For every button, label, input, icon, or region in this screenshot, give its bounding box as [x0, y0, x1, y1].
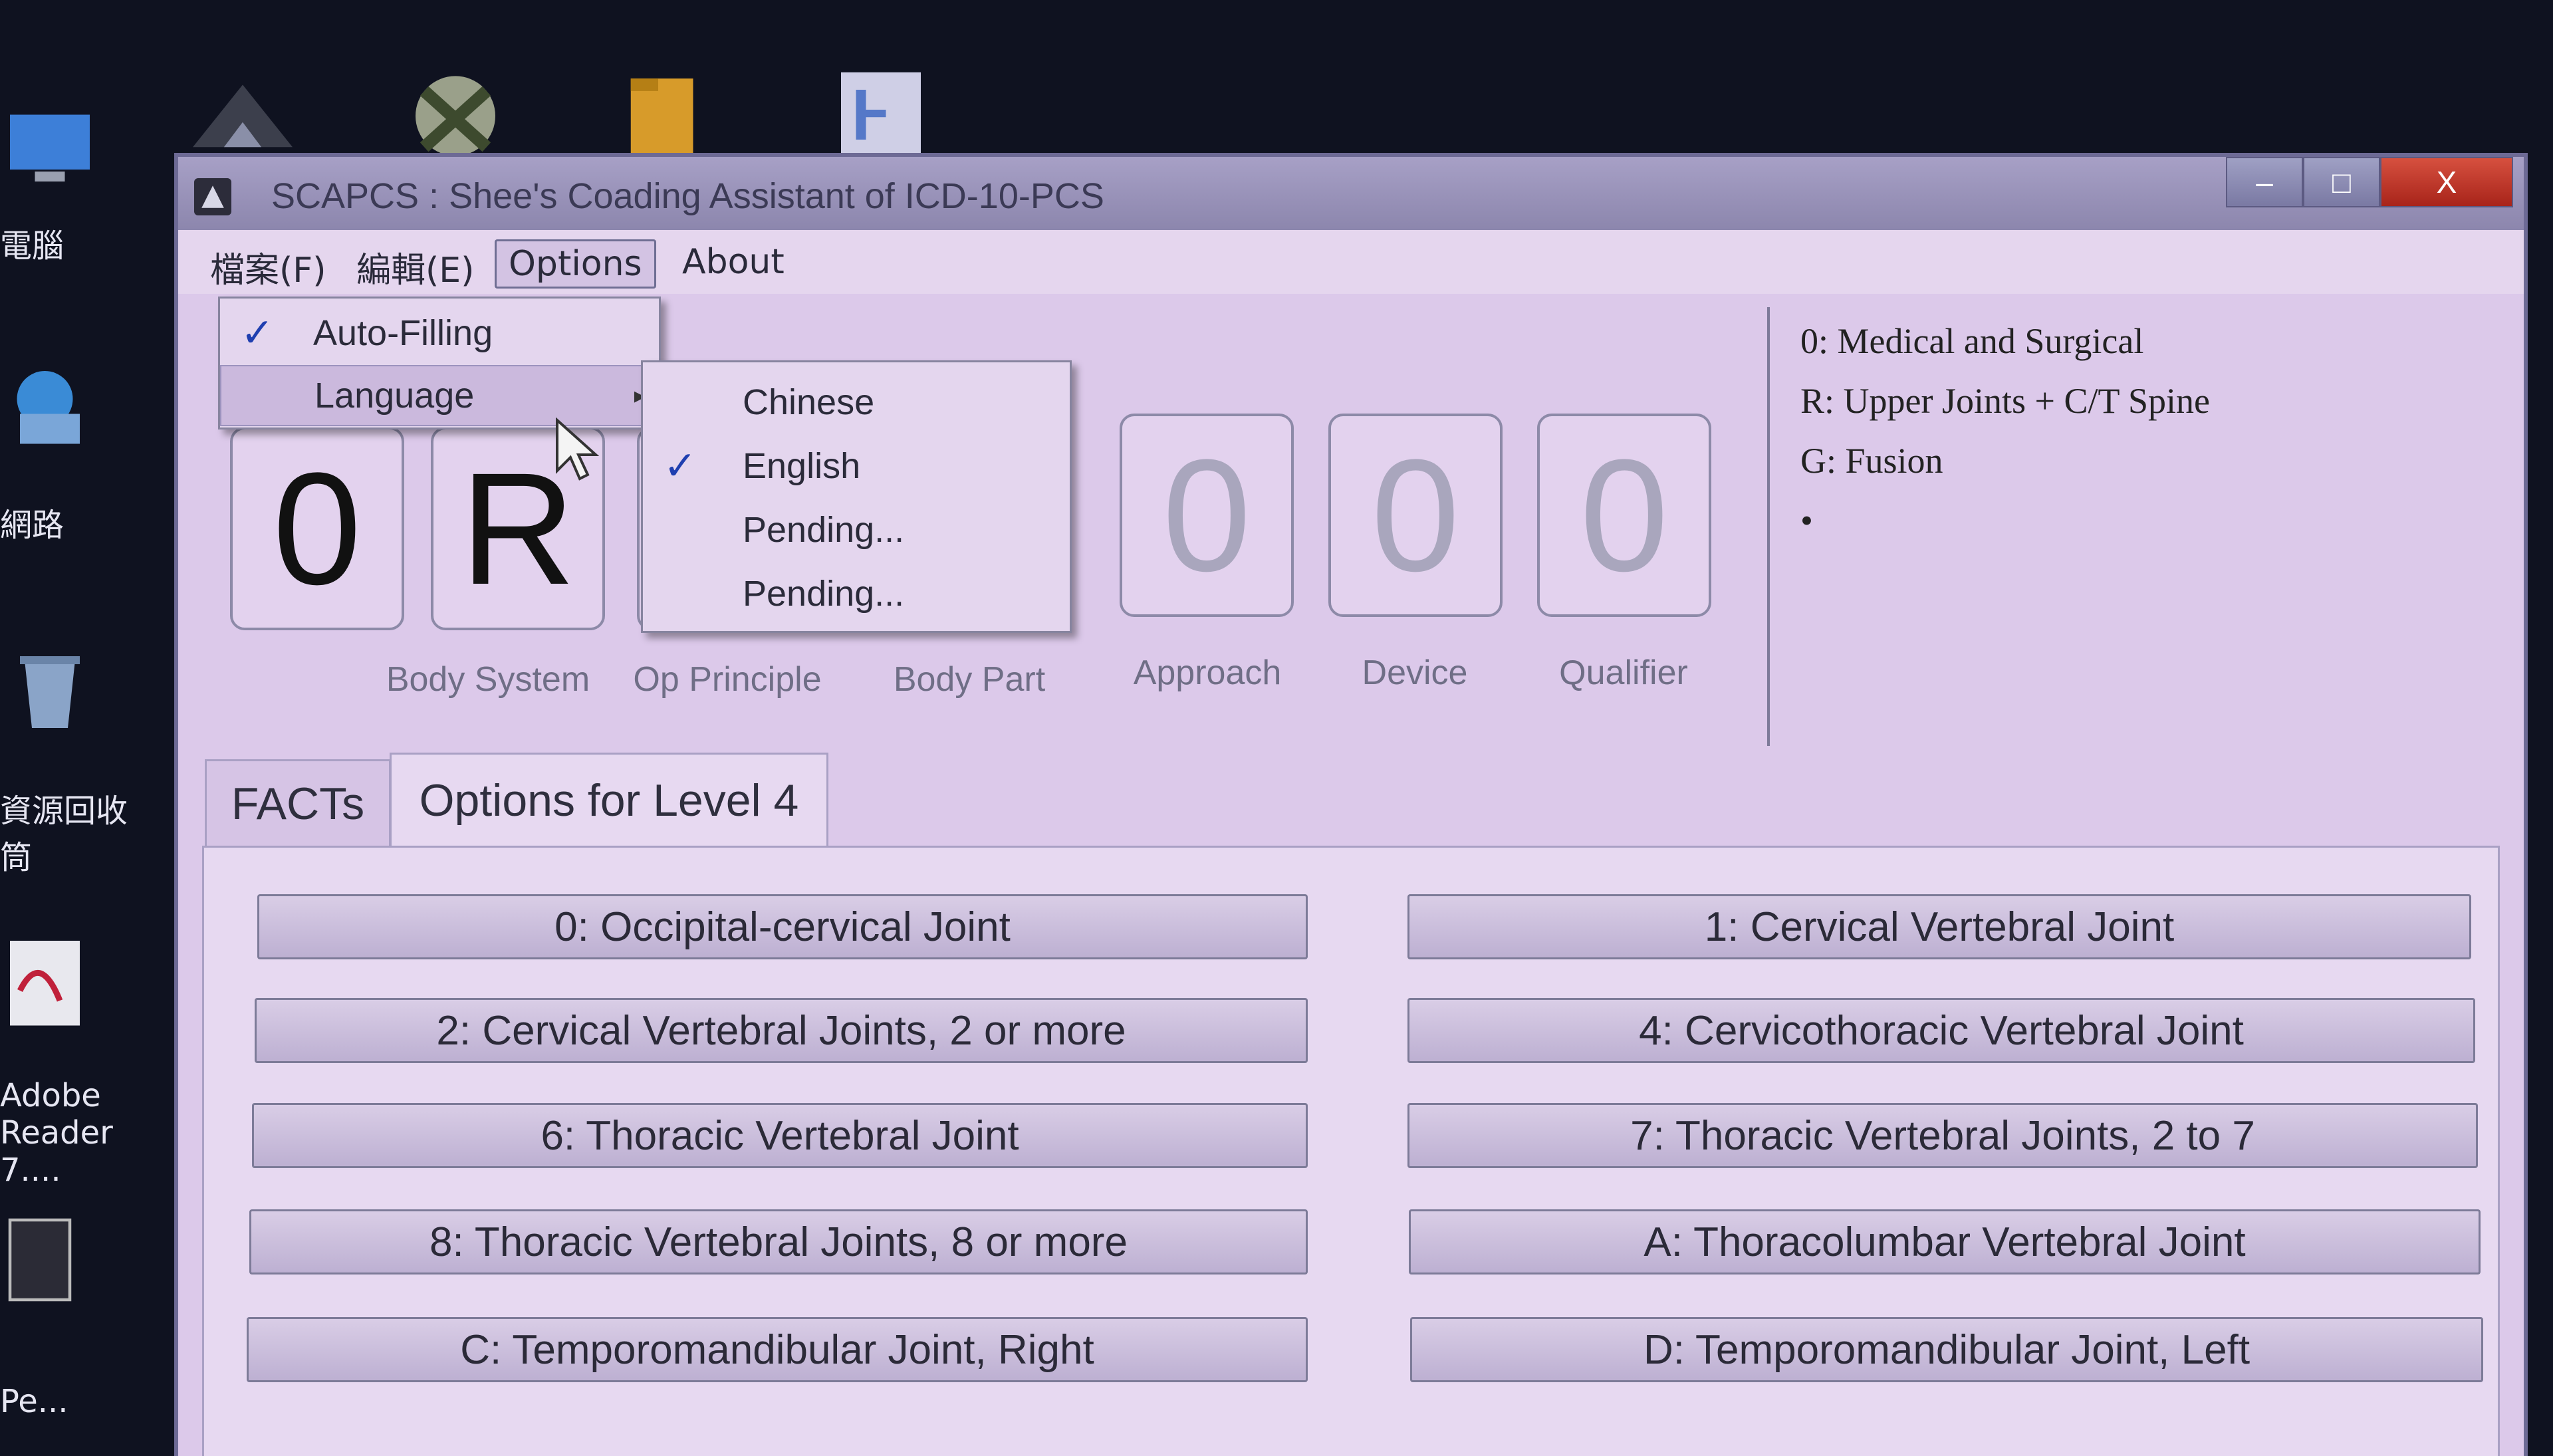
- label-device: Device: [1362, 654, 1468, 692]
- desktop-left-icons: 電腦 網路 資源回收筒 Adobe Reader 7.... Pe...: [0, 80, 146, 1436]
- description-line: 0: Medical and Surgical: [1800, 321, 2144, 361]
- vertical-divider: [1767, 307, 1770, 746]
- description-bullet: •: [1800, 501, 1813, 541]
- options-panel: 0: Occipital-cervical Joint 1: Cervical …: [202, 846, 2500, 1456]
- option-button[interactable]: D: Temporomandibular Joint, Left: [1410, 1317, 2483, 1382]
- menu-edit[interactable]: 編輯(E): [344, 239, 486, 295]
- code-box-approach[interactable]: 0: [1120, 414, 1294, 617]
- tab-facts[interactable]: FACTs: [205, 759, 391, 846]
- option-button[interactable]: 0: Occipital-cervical Joint: [257, 894, 1308, 959]
- menu-item-label: Auto-Filling: [313, 313, 493, 353]
- menu-item-label: Chinese: [743, 382, 875, 422]
- menu-item-label: English: [743, 446, 861, 486]
- menu-item-auto-filling[interactable]: ✓ Auto-Filling: [220, 303, 659, 364]
- check-icon: ✓: [240, 310, 275, 355]
- window-controls: – □ X: [2226, 157, 2513, 210]
- maximize-button[interactable]: □: [2303, 157, 2380, 207]
- close-button[interactable]: X: [2380, 157, 2513, 207]
- code-description: 0: Medical and Surgical R: Upper Joints …: [1800, 320, 2210, 541]
- pdf-reader-icon[interactable]: [0, 931, 100, 1031]
- label-qualifier: Qualifier: [1559, 654, 1688, 692]
- tab-options-level-4[interactable]: Options for Level 4: [390, 753, 828, 846]
- menu-item-label: Pending...: [743, 574, 905, 614]
- menu-item-label: Pending...: [743, 510, 905, 550]
- desktop-label-recycle-bin: 資源回收筒: [0, 792, 128, 876]
- minimize-button[interactable]: –: [2226, 157, 2303, 207]
- recycle-bin-icon[interactable]: [0, 638, 100, 738]
- code-box-qualifier[interactable]: 0: [1537, 414, 1711, 617]
- menu-item-label: Language: [314, 376, 475, 416]
- desktop-label-file: Pe...: [0, 1383, 68, 1420]
- description-line: G: Fusion: [1800, 441, 1943, 481]
- menu-file[interactable]: 檔案(F): [198, 239, 338, 295]
- app-window: SCAPCS : Shee's Coading Assistant of ICD…: [174, 153, 2528, 1456]
- computer-icon[interactable]: [0, 100, 100, 199]
- label-body-part: Body Part: [893, 660, 1046, 699]
- options-dropdown: ✓ Auto-Filling Language ▸: [218, 297, 661, 429]
- label-approach: Approach: [1133, 654, 1282, 692]
- check-icon: ✓: [663, 443, 697, 488]
- option-button[interactable]: A: Thoracolumbar Vertebral Joint: [1409, 1209, 2481, 1274]
- xbox-circle-icon[interactable]: [392, 60, 519, 160]
- menu-item-english[interactable]: ✓ English: [643, 435, 1070, 497]
- menu-options[interactable]: Options: [495, 239, 656, 289]
- description-line: R: Upper Joints + C/T Spine: [1800, 381, 2210, 421]
- app-icon: [194, 178, 231, 215]
- menu-item-pending-1[interactable]: Pending...: [643, 499, 1070, 560]
- label-body-system: Body System: [386, 660, 590, 699]
- language-submenu: Chinese ✓ English Pending... Pending...: [641, 360, 1072, 633]
- option-button[interactable]: 7: Thoracic Vertebral Joints, 2 to 7: [1407, 1103, 2478, 1168]
- mouse-cursor-icon: [556, 418, 600, 481]
- house-icon[interactable]: [180, 60, 306, 160]
- option-button[interactable]: 8: Thoracic Vertebral Joints, 8 or more: [249, 1209, 1308, 1274]
- main-content: 0 R Body System Op Principle Body Part 0…: [178, 294, 2524, 1456]
- code-box-device[interactable]: 0: [1328, 414, 1503, 617]
- option-button[interactable]: 1: Cervical Vertebral Joint: [1407, 894, 2471, 959]
- desktop-top-icons: [180, 60, 1044, 166]
- folder-icon[interactable]: [605, 60, 731, 160]
- desktop-label-pdf-reader: Adobe Reader 7....: [0, 1077, 113, 1189]
- option-button[interactable]: 6: Thoracic Vertebral Joint: [252, 1103, 1308, 1168]
- code-box-section[interactable]: 0: [230, 427, 404, 630]
- file-icon[interactable]: [0, 1210, 100, 1310]
- window-title: SCAPCS : Shee's Coading Assistant of ICD…: [271, 176, 1104, 216]
- option-button[interactable]: 4: Cervicothoracic Vertebral Joint: [1407, 998, 2475, 1063]
- option-button[interactable]: 2: Cervical Vertebral Joints, 2 or more: [255, 998, 1308, 1063]
- menu-bar: 檔案(F) 編輯(E) Options About: [178, 230, 2524, 294]
- network-icon[interactable]: [0, 359, 100, 459]
- desktop-label-network: 網路: [0, 507, 64, 544]
- menu-about[interactable]: About: [670, 239, 796, 285]
- title-bar[interactable]: SCAPCS : Shee's Coading Assistant of ICD…: [178, 157, 2524, 230]
- label-op-principle: Op Principle: [633, 660, 822, 699]
- menu-item-chinese[interactable]: Chinese: [643, 372, 1070, 433]
- menu-item-pending-2[interactable]: Pending...: [643, 563, 1070, 624]
- desktop-label-computer: 電腦: [0, 227, 64, 265]
- option-button[interactable]: C: Temporomandibular Joint, Right: [247, 1317, 1308, 1382]
- document-icon[interactable]: [818, 60, 944, 160]
